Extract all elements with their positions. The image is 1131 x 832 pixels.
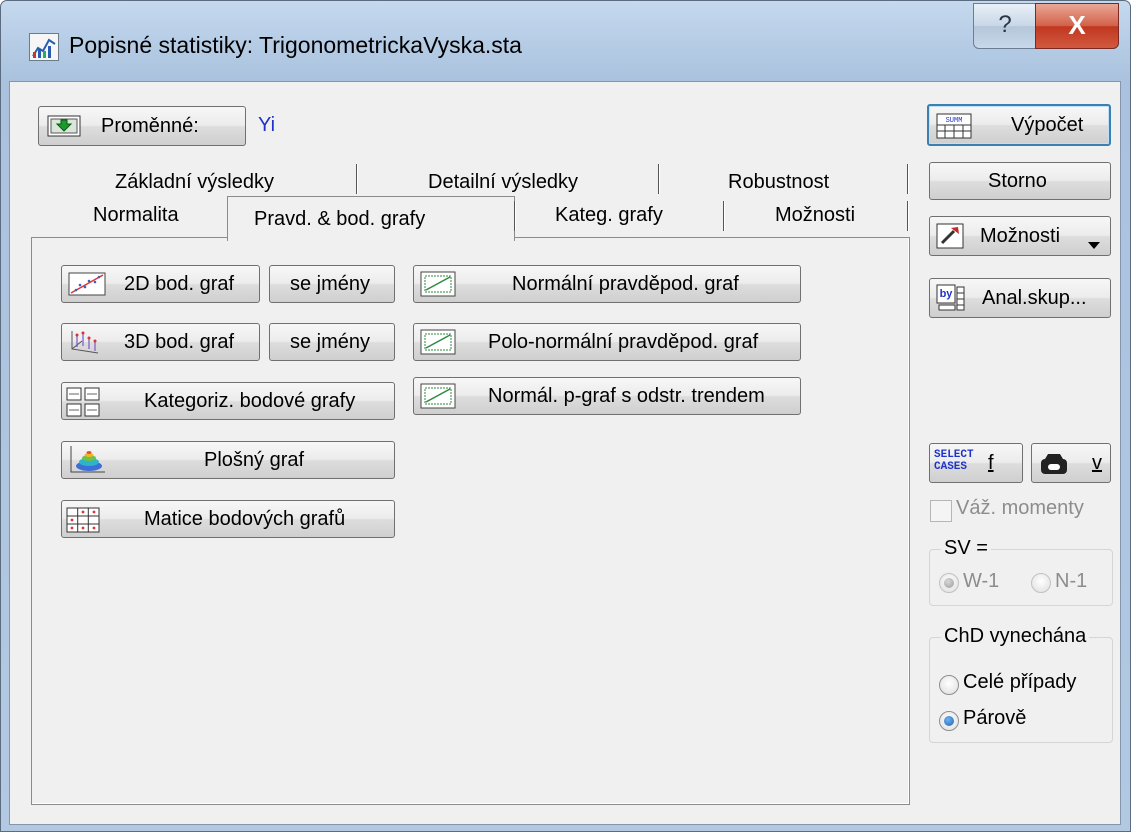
weight-button[interactable]: v (1031, 443, 1111, 483)
df-w1-label: W-1 (963, 570, 1000, 592)
scatter-3d-button[interactable]: 3D bod. graf (61, 323, 260, 361)
detrended-normal-plot-label: Normál. p-graf s odstr. trendem (488, 385, 765, 407)
probability-plot-icon (420, 271, 456, 303)
surface-plot-button[interactable]: Plošný graf (61, 441, 395, 479)
variables-value: Yi (258, 114, 276, 136)
select-cases-button[interactable]: SELECT CASES f (929, 443, 1023, 483)
scatter-2d-with-names-label: se jmény (290, 273, 371, 295)
detrended-normal-plot-button[interactable]: Normál. p-graf s odstr. trendem (413, 377, 801, 415)
options-label: Možnosti (980, 225, 1061, 247)
scatter-3d-icon (68, 329, 106, 361)
df-n1-label: N-1 (1055, 570, 1088, 592)
chevron-down-icon (1088, 233, 1100, 256)
variables-button-label: Proměnné: (101, 115, 199, 137)
tab-separator (356, 164, 358, 194)
categorized-scatterplots-button[interactable]: Kategoriz. bodové grafy (61, 382, 395, 420)
select-cases-icon-text: SELECT CASES (934, 449, 974, 473)
scatter-2d-button[interactable]: 2D bod. graf (61, 265, 260, 303)
df-n1-radio[interactable] (1031, 573, 1051, 593)
tab-separator (907, 164, 909, 194)
surface-plot-icon (68, 444, 108, 482)
options-icon (936, 223, 964, 255)
df-w1-radio[interactable] (939, 573, 959, 593)
compute-label: Výpočet (1011, 114, 1084, 136)
tab-detailni-vysledky[interactable]: Detailní výsledky (428, 171, 578, 194)
missing-data-group-title: ChD vynechána (941, 625, 1090, 648)
help-button[interactable]: ? (973, 3, 1037, 49)
casewise-label: Celé případy (963, 671, 1077, 693)
select-cases-icon: SELECT CASES (934, 449, 974, 473)
scatterplot-matrix-label: Matice bodových grafů (144, 508, 346, 530)
tab-separator (514, 201, 516, 231)
tab-zakladni-vysledky[interactable]: Základní výsledky (115, 171, 274, 194)
half-normal-probability-plot-label: Polo-normální pravděpod. graf (488, 331, 759, 353)
tab-robustnost[interactable]: Robustnost (728, 171, 829, 194)
probability-plot-icon (420, 383, 456, 415)
tab-separator (907, 201, 909, 231)
scatter-2d-icon (68, 272, 106, 302)
tab-pravd-bod-grafy[interactable]: Pravd. & bod. grafy (254, 208, 425, 231)
categorized-scatterplots-label: Kategoriz. bodové grafy (144, 390, 356, 412)
cancel-button[interactable]: Storno (929, 162, 1111, 200)
scatterplot-matrix-button[interactable]: Matice bodových grafů (61, 500, 395, 538)
weight-v-label: v (1092, 452, 1102, 474)
half-normal-probability-plot-button[interactable]: Polo-normální pravděpod. graf (413, 323, 801, 361)
select-cases-f-label: f (988, 452, 994, 474)
by-group-icon: by (936, 284, 966, 318)
pairwise-radio[interactable] (939, 711, 959, 731)
variables-icon (47, 115, 81, 143)
by-icon-text: by (940, 288, 954, 300)
by-group-label: Anal.skup... (982, 287, 1087, 309)
categorized-grid-icon (66, 387, 100, 423)
scatter-2d-label: 2D bod. graf (124, 273, 235, 295)
summary-compute-icon: SUMM (936, 113, 972, 145)
probability-plot-icon (420, 329, 456, 361)
weighted-moments-label: Váž. momenty (956, 497, 1084, 519)
tab-moznosti[interactable]: Možnosti (775, 204, 855, 227)
weighted-moments-checkbox[interactable] (930, 500, 952, 522)
pairwise-label: Párově (963, 707, 1027, 729)
dialog-window: Popisné statistiky: TrigonometrickaVyska… (0, 0, 1131, 832)
scatter-3d-label: 3D bod. graf (124, 331, 235, 353)
scatter-3d-with-names-button[interactable]: se jmény (269, 323, 395, 361)
title-bar[interactable]: Popisné statistiky: TrigonometrickaVyska… (1, 1, 1130, 81)
surface-plot-label: Plošný graf (204, 449, 305, 471)
scatterplot-matrix-icon (66, 507, 100, 539)
weight-icon (1038, 450, 1070, 482)
normal-probability-plot-label: Normální pravděpod. graf (512, 273, 739, 295)
cancel-label: Storno (988, 170, 1047, 192)
close-button[interactable]: X (1035, 3, 1119, 49)
window-title: Popisné statistiky: TrigonometrickaVyska… (69, 32, 522, 58)
statistics-app-icon (29, 33, 59, 61)
scatter-3d-with-names-label: se jmény (290, 331, 371, 353)
tab-kateg-grafy[interactable]: Kateg. grafy (555, 204, 663, 227)
tab-separator (658, 164, 660, 194)
variables-button[interactable]: Proměnné: (38, 106, 246, 146)
casewise-radio[interactable] (939, 675, 959, 695)
options-dropdown-button[interactable]: Možnosti (929, 216, 1111, 256)
summary-icon-text: SUMM (946, 117, 963, 125)
tab-separator (723, 201, 725, 231)
df-group-title: SV = (941, 537, 991, 560)
compute-button[interactable]: SUMM Výpočet (927, 104, 1111, 146)
scatter-2d-with-names-button[interactable]: se jmény (269, 265, 395, 303)
normal-probability-plot-button[interactable]: Normální pravděpod. graf (413, 265, 801, 303)
tab-normalita[interactable]: Normalita (93, 204, 179, 227)
by-group-button[interactable]: by Anal.skup... (929, 278, 1111, 318)
